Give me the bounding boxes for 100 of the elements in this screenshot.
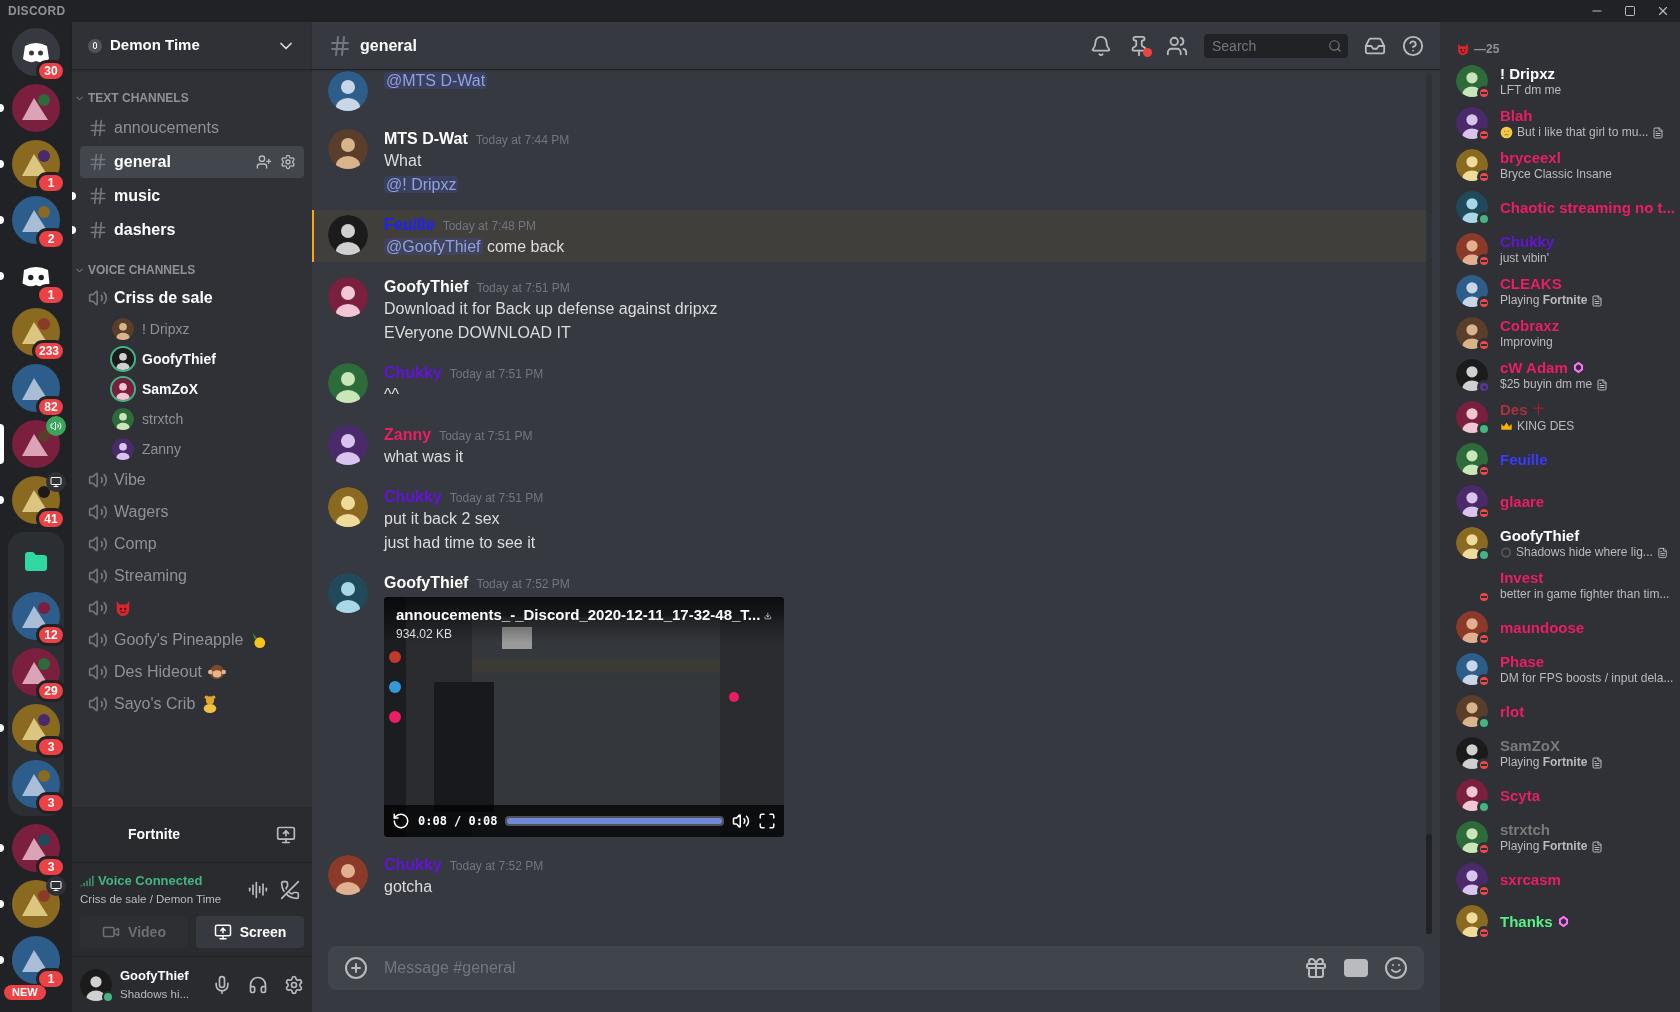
avatar [328, 363, 368, 403]
member-item[interactable]: CLEAKS Playing Fortnite [1448, 270, 1676, 312]
member-item[interactable]: Invest better in game fighter than tim... [1448, 564, 1676, 606]
voice-user[interactable]: SamZoX [112, 374, 312, 404]
voice-channel-item[interactable]: Vibe [80, 464, 304, 496]
replay-icon[interactable] [392, 812, 410, 830]
avatar [328, 277, 368, 317]
member-item[interactable]: GoofyThief Shadows hide where lig... [1448, 522, 1676, 564]
scrollbar[interactable] [1426, 74, 1432, 934]
server-icon[interactable] [12, 84, 60, 132]
microphone-icon[interactable] [212, 974, 232, 995]
member-name: Invest [1500, 568, 1544, 587]
unread-count-badge: 41 [36, 508, 66, 530]
member-item[interactable]: Cobraxz Improving [1448, 312, 1676, 354]
voice-channel-item[interactable]: Criss de sale [80, 282, 304, 314]
members-icon[interactable] [1166, 34, 1188, 57]
member-item[interactable]: bryceexl Bryce Classic Insane [1448, 144, 1676, 186]
message-text: what was it [384, 447, 465, 467]
maximize-icon[interactable] [1624, 5, 1636, 17]
member-item[interactable]: Phase DM for FPS boosts / input dela... [1448, 648, 1676, 690]
settings-icon[interactable] [284, 974, 304, 995]
member-item[interactable]: cW Adam $25 buyin dm me [1448, 354, 1676, 396]
close-icon[interactable] [1656, 4, 1670, 18]
voice-action-button[interactable]: Screen [196, 916, 304, 948]
voice-user[interactable]: ! Dripxz [112, 314, 312, 344]
voice-user[interactable]: Zanny [112, 434, 312, 464]
voice-channel-item[interactable]: Wagers [80, 496, 304, 528]
voice-channel-item[interactable]: Goofy's Pineapple [80, 624, 304, 656]
sound-wave-icon[interactable] [248, 879, 268, 900]
member-item[interactable]: SamZoX Playing Fortnite [1448, 732, 1676, 774]
member-item[interactable]: strxtch Playing Fortnite [1448, 816, 1676, 858]
unread-count-badge: 3 [36, 736, 66, 758]
member-item[interactable]: Scyta [1448, 774, 1676, 816]
member-item[interactable]: rlot [1448, 690, 1676, 732]
speaker-icon [88, 566, 108, 586]
emoji-icon[interactable] [1384, 956, 1408, 980]
voice-channel-item[interactable]: Des Hideout [80, 656, 304, 688]
speaker-icon [88, 534, 108, 554]
message-author[interactable]: Zanny [384, 423, 432, 447]
speaker-icon [46, 416, 66, 436]
voice-action-button[interactable]: Video [80, 916, 188, 948]
member-item[interactable]: ! Dripxz LFT dm me [1448, 60, 1676, 102]
channel-item[interactable]: dashers [80, 214, 304, 246]
member-item[interactable]: Chaotic streaming no t... [1448, 186, 1676, 228]
server-icon[interactable] [12, 420, 60, 468]
logo-icon[interactable] [20, 264, 52, 288]
voice-channel-item[interactable]: Comp [80, 528, 304, 560]
cross-icon [1531, 403, 1545, 416]
member-activity: Shadows hide where lig... [1516, 545, 1653, 560]
help-icon[interactable] [1402, 34, 1424, 57]
category-label[interactable]: TEXT CHANNELS [88, 89, 189, 107]
video-player[interactable]: annoucements_-_Discord_2020-12-11_17-32-48_T... 934.02 KB 0:08 / 0:08 [384, 597, 784, 837]
server-icon[interactable] [12, 880, 60, 928]
voice-user[interactable]: GoofyThief [112, 344, 312, 374]
channel-title: general [360, 35, 418, 56]
channel-item[interactable]: music [80, 180, 304, 212]
channel-item[interactable]: general [80, 146, 304, 178]
voice-user[interactable]: strxtch [112, 404, 312, 434]
disconnect-icon[interactable] [280, 879, 300, 900]
user-mention[interactable]: @MTS D-Wat [384, 72, 488, 89]
member-item[interactable]: Des KING DES [1448, 396, 1676, 438]
member-item[interactable]: maundoose [1448, 606, 1676, 648]
member-item[interactable]: Thanks [1448, 900, 1676, 942]
headphones-icon[interactable] [248, 974, 268, 995]
devil-face-icon [1456, 42, 1470, 56]
voice-location[interactable]: Criss de sale / Demon Time [80, 890, 248, 908]
add-icon[interactable] [344, 956, 368, 980]
member-item[interactable]: sxrcasm [1448, 858, 1676, 900]
member-item[interactable]: glaare [1448, 480, 1676, 522]
bell-icon[interactable] [1090, 34, 1112, 57]
folder-icon[interactable] [24, 550, 48, 574]
message-author[interactable]: GoofyThief [384, 571, 469, 595]
message-author[interactable]: MTS D-Wat [384, 127, 468, 151]
monitor-icon[interactable] [276, 824, 296, 845]
category-label[interactable]: VOICE CHANNELS [88, 261, 196, 279]
voice-channel-item[interactable]: Sayo's Crib [80, 688, 304, 720]
server-name[interactable]: Demon Time [110, 34, 276, 57]
user-mention[interactable]: @GoofyThief [384, 238, 483, 255]
message-timestamp: Today at 7:48 PM [442, 218, 537, 235]
member-name: CLEAKS [1500, 274, 1562, 293]
user-mention[interactable]: @! Dripxz [384, 176, 459, 193]
member-item[interactable]: Blah But i like that girl to mu... [1448, 102, 1676, 144]
settings-icon[interactable] [280, 154, 296, 170]
invite-icon[interactable] [256, 154, 272, 170]
speaker-icon [88, 598, 108, 618]
gif-icon[interactable] [1344, 959, 1368, 977]
channel-item[interactable]: annoucements [80, 112, 304, 144]
avatar [112, 408, 134, 430]
volume-icon[interactable] [732, 812, 750, 830]
unread-count-badge: 1 [36, 172, 66, 194]
gift-icon[interactable] [1304, 956, 1328, 980]
member-item[interactable]: Chukky just vibin' [1448, 228, 1676, 270]
fullscreen-icon[interactable] [758, 812, 776, 830]
voice-status[interactable]: Voice Connected [98, 871, 203, 891]
message-text: EVeryone DOWNLOAD IT [384, 323, 572, 343]
search-field[interactable]: Search [1204, 33, 1348, 58]
voice-channel-item[interactable]: Streaming [80, 560, 304, 592]
video-title[interactable]: annoucements_-_Discord_2020-12-11_17-32-48_T... [396, 605, 761, 625]
message-text: just had time to see it [384, 533, 537, 553]
message-author[interactable]: GoofyThief [384, 275, 469, 299]
